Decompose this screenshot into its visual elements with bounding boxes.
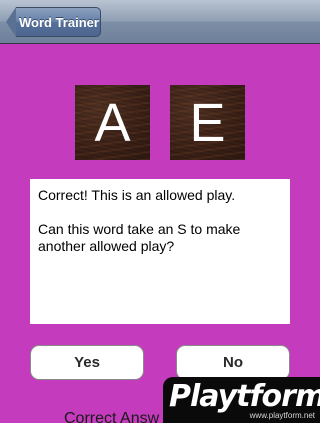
letter-tile: A xyxy=(75,85,150,160)
letter-tile: E xyxy=(170,85,245,160)
watermark-logo: Playtform www.playtform.net xyxy=(163,377,320,423)
watermark-url: www.playtform.net xyxy=(249,411,315,420)
back-button[interactable]: Word Trainer xyxy=(6,7,101,37)
back-button-label[interactable]: Word Trainer xyxy=(16,7,101,37)
message-panel: Correct! This is an allowed play. Can th… xyxy=(30,179,290,324)
question-message: Can this word take an S to make another … xyxy=(38,221,241,254)
result-message: Correct! This is an allowed play. xyxy=(38,187,236,203)
back-arrow-icon xyxy=(6,7,16,37)
watermark-brand: Playtform xyxy=(169,379,320,414)
no-button[interactable]: No xyxy=(176,345,290,380)
correct-answers-label: Correct Answ xyxy=(64,410,160,423)
letter-tiles: A E xyxy=(0,85,320,160)
navigation-bar: Word Trainer xyxy=(0,0,320,44)
yes-button[interactable]: Yes xyxy=(30,345,144,380)
